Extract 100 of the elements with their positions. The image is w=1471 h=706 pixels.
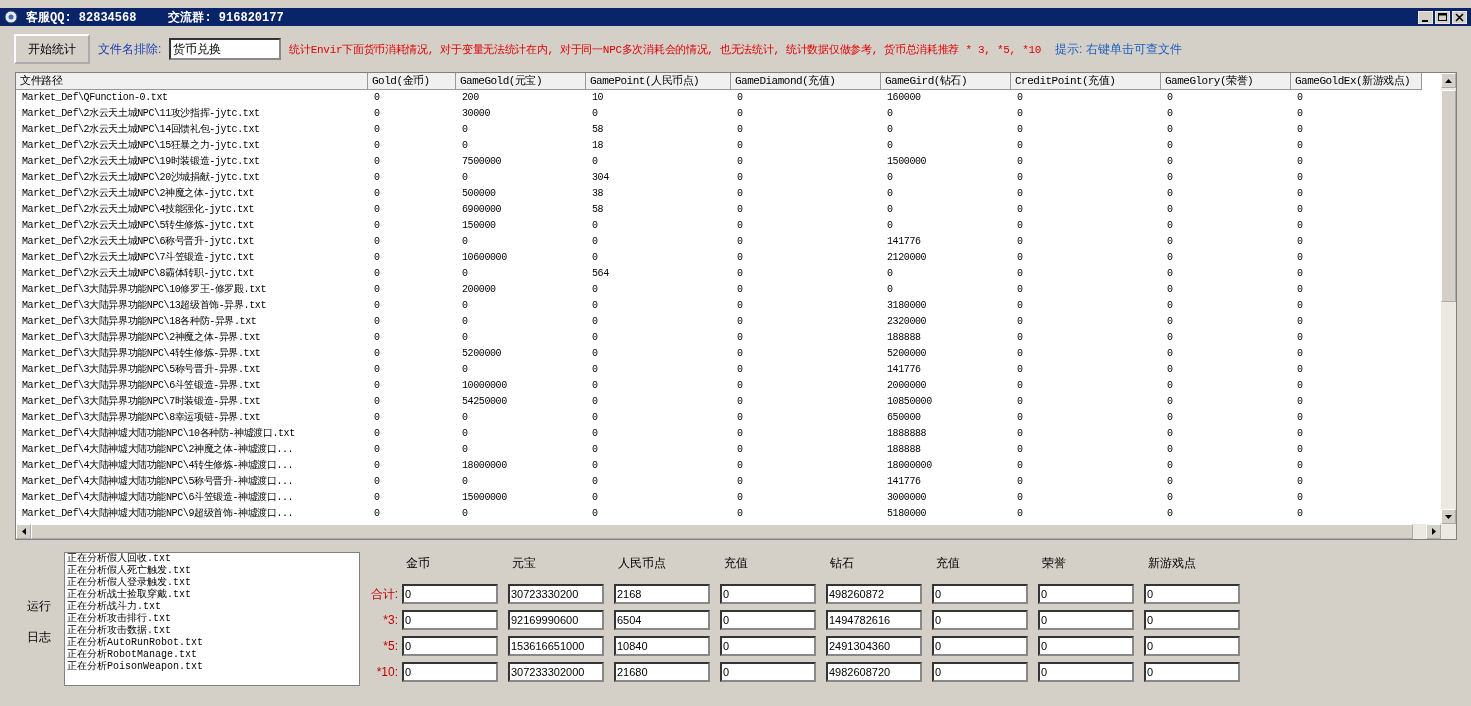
scroll-down-icon[interactable] [1441,509,1456,524]
table-cell-text: 0 [1296,395,1304,409]
column-header[interactable]: GameGird(钻石) [881,73,1011,90]
scroll-right-icon[interactable] [1426,524,1441,539]
log-line: 正在分析假人回收.txt [67,553,172,564]
table-cell-text: 0 [373,283,381,297]
table-cell-text: 0 [1166,123,1174,137]
table-cell-text: 0 [1166,107,1174,121]
table-cell-text: Market_Def\3大陆异界功能NPC\8幸运项链-异界.txt [21,410,262,425]
table-cell-text: 0 [1166,315,1174,329]
summary-field[interactable]: 0 [720,636,816,656]
table-cell-text: 0 [1166,491,1174,505]
table-cell-text: 0 [1016,379,1024,393]
summary-field[interactable]: 153616651000 [508,636,604,656]
table-cell-text: 0 [591,459,599,473]
column-header[interactable]: 文件路径 [16,73,368,90]
summary-field[interactable]: 0 [932,636,1028,656]
summary-field[interactable]: 0 [1144,610,1240,630]
table-cell-text: 0 [1296,379,1304,393]
summary-field[interactable]: 0 [720,662,816,682]
table-cell-text: 6900000 [461,203,503,217]
summary-field[interactable]: 0 [1038,584,1134,604]
table-cell-text: 0 [736,107,744,121]
summary-field[interactable]: 2168 [614,584,710,604]
summary-field[interactable]: 0 [1144,584,1240,604]
summary-field[interactable]: 0 [932,610,1028,630]
column-header[interactable]: CreditPoint(充值) [1011,73,1161,90]
table-cell-text: 3000000 [886,491,928,505]
table-cell-text: 0 [1296,427,1304,441]
table-cell-text: 0 [373,315,381,329]
summary-field[interactable]: 2491304360 [826,636,922,656]
table-cell-text: 0 [1166,187,1174,201]
minimize-icon[interactable] [1418,10,1433,24]
log-line: 正在分析PoisonWeapon.txt [67,661,204,673]
summary-field[interactable]: 0 [932,662,1028,682]
table-cell-text: 0 [1296,107,1304,121]
window-title: 交流群: 916820177 [168,9,284,26]
maximize-icon[interactable] [1435,10,1450,24]
summary-field[interactable]: 6504 [614,610,710,630]
table-cell-text: 0 [1016,427,1024,441]
summary-field[interactable]: 1494782616 [826,610,922,630]
summary-field[interactable]: 0 [720,610,816,630]
summary-field[interactable]: 92169990600 [508,610,604,630]
scroll-left-icon[interactable] [16,524,31,539]
table-cell-text: 0 [1166,267,1174,281]
column-header[interactable]: GameGold(元宝) [456,73,586,90]
summary-field[interactable]: 0 [402,584,498,604]
summary-field[interactable]: 0 [1038,636,1134,656]
table-cell-text: 0 [461,475,469,489]
table-cell-text: 5200000 [461,347,503,361]
column-header[interactable]: GameGoldEx(新游戏点) [1291,73,1422,90]
table-cell-text: Market_Def\2水云天土城NPC\14回馈礼包-jytc.txt [21,122,261,137]
table-cell-text: 0 [736,507,744,521]
summary-field[interactable]: 0 [1038,610,1134,630]
table-cell-text: 0 [736,331,744,345]
table-cell-text: 0 [461,411,469,425]
summary-field[interactable]: 0 [402,610,498,630]
app-icon [4,10,18,24]
table-cell-text: 0 [373,123,381,137]
table-cell-text: 0 [591,347,599,361]
column-header[interactable]: GamePoint(人民币点) [586,73,731,90]
table-cell-text: Market_Def\2水云天土城NPC\4技能强化-jytc.txt [21,202,256,217]
table-cell-text: 0 [591,427,599,441]
column-header[interactable]: Gold(金币) [368,73,456,90]
table-cell-text: 0 [1166,251,1174,265]
table-cell-text: 150000 [461,219,497,233]
table-cell-text: 0 [736,203,744,217]
scroll-up-icon[interactable] [1441,73,1456,88]
table-cell-text: 188888 [886,331,922,345]
column-header[interactable]: GameDiamond(充值) [731,73,881,90]
window-title: 客服QQ: 82834568 [26,9,137,26]
summary-field[interactable]: 0 [1144,662,1240,682]
table-cell-text: 0 [373,155,381,169]
close-icon[interactable] [1452,10,1467,24]
summary-field[interactable]: 498260872 [826,584,922,604]
summary-field[interactable]: 0 [402,662,498,682]
table-cell-text: Market_Def\4大陆神墟大陆功能NPC\4转生修炼-神墟渡口... [21,458,295,473]
column-header[interactable]: GameGlory(荣誉) [1161,73,1291,90]
summary-field[interactable]: 0 [932,584,1028,604]
summary-field[interactable]: 307233302000 [508,662,604,682]
table-cell-text: 0 [1016,155,1024,169]
summary-field[interactable]: 0 [402,636,498,656]
table-cell-text: 0 [591,363,599,377]
table-cell-text: 0 [1166,427,1174,441]
table-cell-text: 0 [1166,235,1174,249]
summary-field[interactable]: 21680 [614,662,710,682]
summary-field[interactable]: 10840 [614,636,710,656]
table-cell-text: 0 [1016,363,1024,377]
summary-field[interactable]: 0 [1144,636,1240,656]
table-cell-text: 54250000 [461,395,508,409]
exclude-field[interactable]: 货币兑换 [169,38,282,60]
table-cell-text: 0 [1166,155,1174,169]
table-cell-text: 564 [591,267,610,281]
table-cell-text: 0 [1016,91,1024,105]
summary-field[interactable]: 30723330200 [508,584,604,604]
table-cell-text: 0 [373,427,381,441]
summary-field[interactable]: 4982608720 [826,662,922,682]
start-button[interactable]: 开始统计 [14,34,90,64]
summary-field[interactable]: 0 [720,584,816,604]
summary-field[interactable]: 0 [1038,662,1134,682]
